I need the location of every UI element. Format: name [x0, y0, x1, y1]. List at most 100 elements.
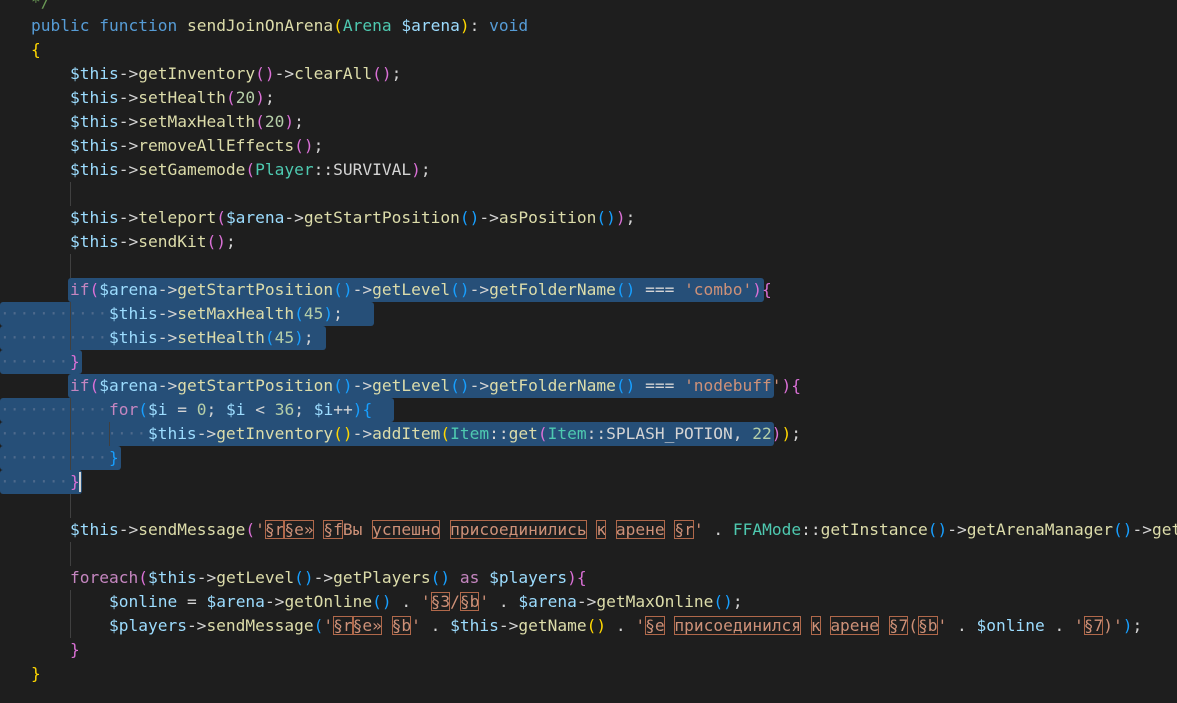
code-token: ;	[1132, 616, 1143, 635]
code-line[interactable]: $this->sendMessage('§r§e» §fВы успешно п…	[0, 518, 1177, 542]
code-token: ()	[333, 280, 353, 299]
text-cursor	[78, 472, 81, 492]
code-token: ()	[459, 208, 480, 227]
code-line[interactable]: ··········· }	[0, 446, 1177, 470]
code-token: $i	[313, 400, 334, 419]
code-line[interactable]: foreach($this->getLevel()->getPlayers() …	[0, 566, 1177, 590]
code-token: as	[459, 568, 480, 587]
code-token: .	[391, 592, 421, 611]
code-line[interactable]	[0, 254, 1177, 278]
code-token: Player	[255, 160, 314, 179]
code-token: getInventory	[216, 424, 334, 443]
code-line[interactable]: $this->setHealth(20);	[0, 86, 1177, 110]
code-token: )	[459, 16, 470, 35]
code-text: if($arena->getStartPosition()->getLevel(…	[31, 278, 772, 302]
code-text: $this->sendKit();	[31, 230, 236, 254]
code-line[interactable]: ··············· $this->getInventory()->a…	[0, 422, 1177, 446]
code-token: 20	[235, 88, 256, 107]
code-token: setMaxHealth	[177, 304, 295, 323]
code-line[interactable]: $this->setGamemode(Player::SURVIVAL);	[0, 158, 1177, 182]
code-token: /	[450, 592, 460, 611]
code-token: $arena	[99, 280, 158, 299]
code-text: $online = $arena->getOnline() . '§3/§b' …	[31, 590, 743, 614]
code-editor[interactable]: */ public function sendJoinOnArena(Arena …	[0, 0, 1177, 703]
code-token: ->	[196, 424, 217, 443]
code-token: 45	[303, 304, 324, 323]
code-token: 'nodebuff'	[684, 376, 782, 395]
code-text: public function sendJoinOnArena(Arena $a…	[31, 14, 528, 38]
code-line[interactable]: $this->getInventory()->clearAll();	[0, 62, 1177, 86]
code-line[interactable]: $this->setMaxHealth(20);	[0, 110, 1177, 134]
code-line[interactable]: ······· }	[0, 350, 1177, 374]
code-token: getMaxOnline	[596, 592, 714, 611]
code-token: §3	[430, 592, 451, 611]
code-token: ()	[1112, 520, 1133, 539]
code-token: .	[947, 616, 977, 635]
code-token: §7	[888, 616, 909, 635]
code-line[interactable]: ··········· for($i = 0; $i < 36; $i++){	[0, 398, 1177, 422]
code-line[interactable]: */	[0, 0, 1177, 14]
code-token: ()	[294, 568, 314, 587]
code-line[interactable]: $this->teleport($arena->getStartPosition…	[0, 206, 1177, 230]
code-token: sendKit	[138, 232, 207, 251]
indent-guide	[70, 494, 71, 518]
code-token: ()	[615, 376, 636, 395]
code-token: §r	[674, 520, 694, 539]
code-text: }	[31, 638, 80, 662]
code-token: getInstance	[820, 520, 928, 539]
code-token: :	[469, 16, 490, 35]
code-token: ::	[489, 424, 509, 443]
code-token: setHealth	[177, 328, 265, 347]
code-token: §f	[323, 520, 343, 539]
code-token: '	[411, 616, 421, 635]
code-token: §b	[918, 616, 938, 635]
code-text: }	[31, 446, 119, 470]
code-line[interactable]: }	[0, 638, 1177, 662]
code-line[interactable]: $this->removeAllEffects();	[0, 134, 1177, 158]
code-text: }	[31, 662, 41, 686]
code-line[interactable]	[0, 182, 1177, 206]
code-token: §7	[1083, 616, 1104, 635]
code-text: if($arena->getStartPosition()->getLevel(…	[31, 374, 801, 398]
code-token: ->	[1132, 520, 1152, 539]
code-line[interactable]: }	[0, 662, 1177, 686]
code-token: )	[567, 568, 577, 587]
code-token: $online	[976, 616, 1045, 635]
code-line[interactable]: $players->sendMessage('§r§e» §b' . $this…	[0, 614, 1177, 638]
code-token: getStartPosition	[303, 208, 460, 227]
indent-guide	[70, 542, 71, 566]
code-token: )	[781, 424, 792, 443]
code-line[interactable]: ··········· $this->setHealth(45);	[0, 326, 1177, 350]
code-line[interactable]	[0, 542, 1177, 566]
code-token: ;	[303, 328, 314, 347]
code-line[interactable]: $this->sendKit();	[0, 230, 1177, 254]
code-line[interactable]: if($arena->getStartPosition()->getLevel(…	[0, 374, 1177, 398]
code-token: '	[635, 616, 646, 635]
code-token: {	[31, 40, 41, 59]
code-line[interactable]: ······· }	[0, 470, 1177, 494]
code-token: (	[89, 280, 100, 299]
code-line[interactable]: {	[0, 38, 1177, 62]
code-line[interactable]: ··········· $this->setMaxHealth(45);	[0, 302, 1177, 326]
code-token: к	[810, 616, 821, 635]
code-token: )	[294, 328, 304, 347]
code-token: 'combo'	[684, 280, 753, 299]
code-token: getArenaName	[1151, 520, 1177, 539]
code-line[interactable]: $online = $arena->getOnline() . '§3/§b' …	[0, 590, 1177, 614]
code-token: ->	[479, 208, 499, 227]
code-token: foreach	[69, 568, 139, 587]
code-line[interactable]: public function sendJoinOnArena(Arena $a…	[0, 14, 1177, 38]
code-line[interactable]	[0, 494, 1177, 518]
code-token: §e	[645, 616, 665, 635]
code-line[interactable]: if($arena->getStartPosition()->getLevel(…	[0, 278, 1177, 302]
code-token: (	[255, 112, 265, 131]
